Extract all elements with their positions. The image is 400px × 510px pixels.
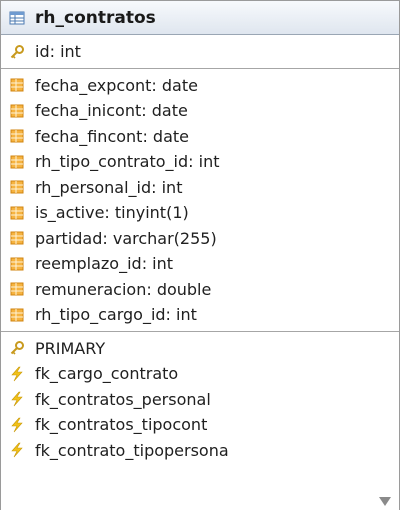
index-label: fk_cargo_contrato bbox=[35, 364, 179, 384]
index-label: fk_contrato_tipopersona bbox=[35, 440, 229, 460]
lightning-icon bbox=[9, 366, 25, 382]
column-label: reemplazo_id: int bbox=[35, 254, 174, 274]
foreign-key-row[interactable]: fk_contrato_tipopersona bbox=[1, 438, 399, 464]
column-icon bbox=[9, 154, 25, 170]
column-icon bbox=[9, 128, 25, 144]
column-label: fecha_fincont: date bbox=[35, 126, 189, 146]
column-row[interactable]: rh_tipo_cargo_id: int bbox=[1, 302, 399, 328]
column-row[interactable]: fecha_fincont: date bbox=[1, 124, 399, 150]
column-icon bbox=[9, 256, 25, 272]
columns-section: fecha_expcont: date fecha_inicont: date … bbox=[1, 69, 399, 332]
column-row[interactable]: remuneracion: double bbox=[1, 277, 399, 303]
column-row[interactable]: reemplazo_id: int bbox=[1, 251, 399, 277]
column-icon bbox=[9, 103, 25, 119]
key-icon bbox=[9, 340, 25, 356]
lightning-icon bbox=[9, 391, 25, 407]
foreign-key-row[interactable]: fk_cargo_contrato bbox=[1, 361, 399, 387]
column-row[interactable]: partidad: varchar(255) bbox=[1, 226, 399, 252]
column-icon bbox=[9, 281, 25, 297]
indexes-section: PRIMARY fk_cargo_contrato fk_contratos_p… bbox=[1, 332, 399, 467]
column-label: rh_personal_id: int bbox=[35, 177, 183, 197]
index-row-primary[interactable]: PRIMARY bbox=[1, 336, 399, 362]
lightning-icon bbox=[9, 442, 25, 458]
foreign-key-row[interactable]: fk_contratos_personal bbox=[1, 387, 399, 413]
foreign-key-row[interactable]: fk_contratos_tipocont bbox=[1, 412, 399, 438]
index-label: PRIMARY bbox=[35, 338, 106, 358]
column-label: fecha_expcont: date bbox=[35, 75, 198, 95]
column-icon bbox=[9, 179, 25, 195]
column-label: is_active: tinyint(1) bbox=[35, 203, 189, 223]
column-icon bbox=[9, 77, 25, 93]
lightning-icon bbox=[9, 417, 25, 433]
column-row[interactable]: is_active: tinyint(1) bbox=[1, 200, 399, 226]
column-icon bbox=[9, 307, 25, 323]
table-icon bbox=[9, 10, 25, 26]
primary-key-section: id: int bbox=[1, 35, 399, 69]
column-icon bbox=[9, 205, 25, 221]
table-title: rh_contratos bbox=[35, 7, 156, 28]
column-label: rh_tipo_contrato_id: int bbox=[35, 152, 220, 172]
column-label: id: int bbox=[35, 42, 81, 62]
column-icon bbox=[9, 230, 25, 246]
column-label: remuneracion: double bbox=[35, 279, 212, 299]
column-row[interactable]: fecha_inicont: date bbox=[1, 98, 399, 124]
table-header[interactable]: rh_contratos bbox=[1, 1, 399, 35]
column-row[interactable]: fecha_expcont: date bbox=[1, 73, 399, 99]
column-label: fecha_inicont: date bbox=[35, 101, 188, 121]
column-label: rh_tipo_cargo_id: int bbox=[35, 305, 197, 325]
index-label: fk_contratos_tipocont bbox=[35, 415, 208, 435]
scroll-down-arrow-icon[interactable] bbox=[379, 497, 391, 506]
column-row[interactable]: rh_personal_id: int bbox=[1, 175, 399, 201]
column-label: partidad: varchar(255) bbox=[35, 228, 217, 248]
column-row-id[interactable]: id: int bbox=[1, 39, 399, 65]
key-icon bbox=[9, 44, 25, 60]
table-entity-rh-contratos[interactable]: rh_contratos id: int fecha_expcont: date bbox=[0, 0, 400, 510]
column-row[interactable]: rh_tipo_contrato_id: int bbox=[1, 149, 399, 175]
index-label: fk_contratos_personal bbox=[35, 389, 211, 409]
